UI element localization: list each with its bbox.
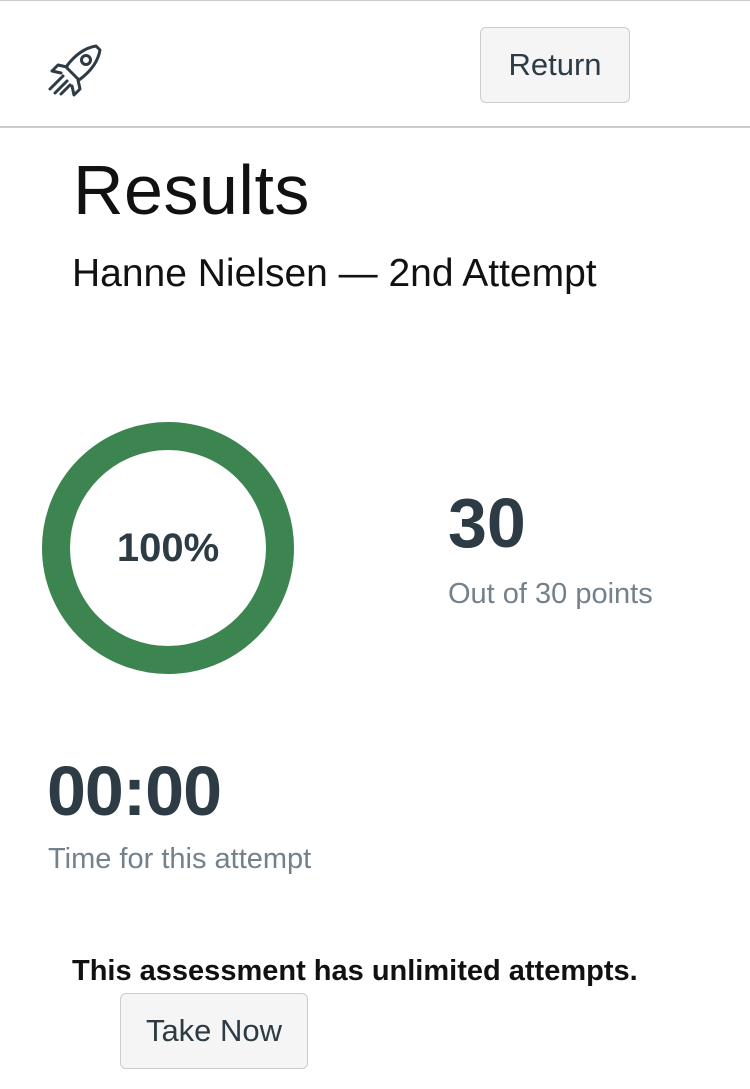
attempts-note: This assessment has unlimited attempts. xyxy=(72,955,638,987)
score-percent: 100% xyxy=(116,525,220,570)
take-now-button[interactable]: Take Now xyxy=(120,993,308,1069)
time-value: 00:00 xyxy=(47,752,222,830)
time-caption: Time for this attempt xyxy=(48,843,312,875)
page-title: Results xyxy=(73,151,310,229)
points-caption: Out of 30 points xyxy=(448,578,653,610)
points-value: 30 xyxy=(448,484,526,562)
results-page: Return Results Hanne Nielsen — 2nd Attem… xyxy=(0,0,750,1089)
rocket-icon[interactable] xyxy=(46,43,106,99)
attempt-subtitle: Hanne Nielsen — 2nd Attempt xyxy=(72,252,597,295)
return-button[interactable]: Return xyxy=(480,27,630,103)
top-bar: Return xyxy=(0,0,750,128)
